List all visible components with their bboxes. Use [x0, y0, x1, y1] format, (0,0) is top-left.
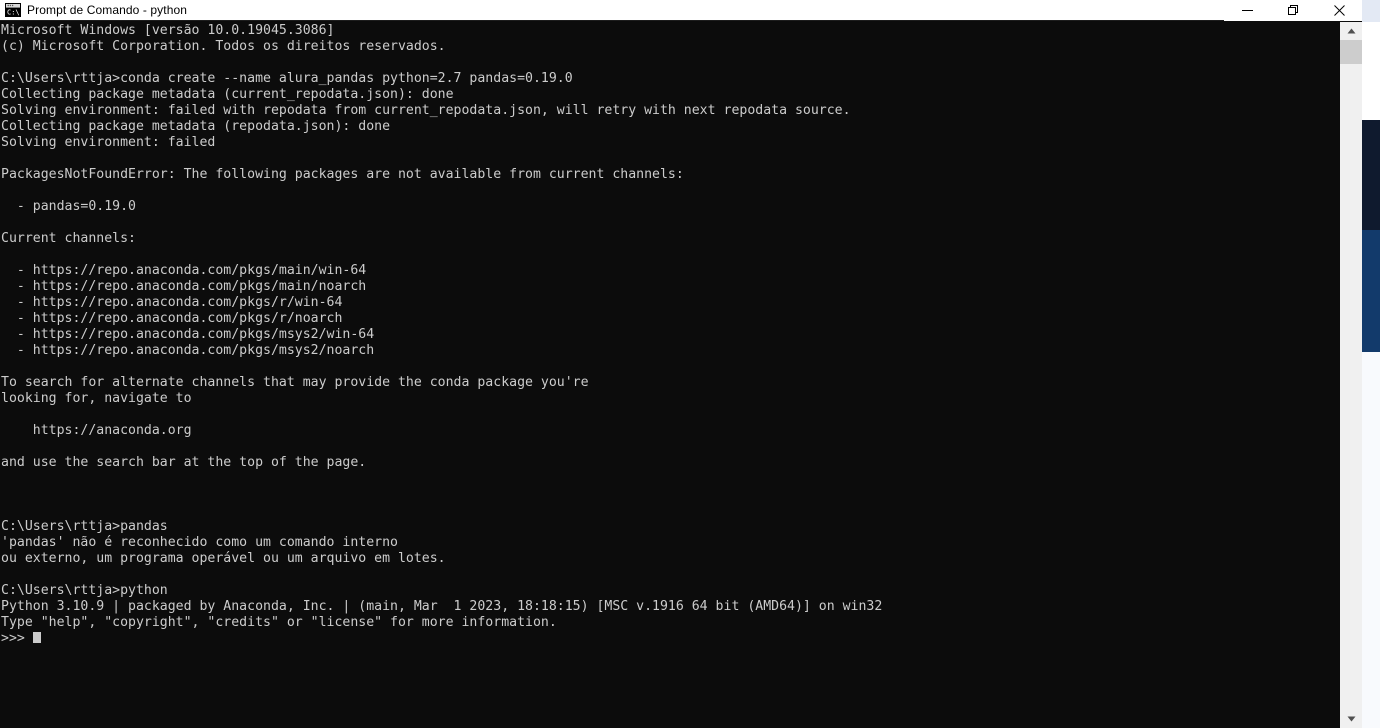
- terminal-line: - https://repo.anaconda.com/pkgs/r/win-6…: [1, 295, 343, 310]
- terminal-line: Microsoft Windows [versão 10.0.19045.308…: [1, 23, 335, 38]
- console-icon: C:\: [5, 3, 21, 17]
- terminal-line: C:\Users\rttja>conda create --name alura…: [1, 71, 573, 86]
- terminal-line: (c) Microsoft Corporation. Todos os dire…: [1, 39, 446, 54]
- terminal-line: Python 3.10.9 | packaged by Anaconda, In…: [1, 599, 883, 614]
- svg-text:C:\: C:\: [7, 9, 20, 17]
- terminal-line: and use the search bar at the top of the…: [1, 455, 367, 470]
- titlebar[interactable]: C:\ Prompt de Comando - python: [0, 0, 1362, 21]
- scrollbar-track[interactable]: [1340, 64, 1362, 710]
- terminal-line: C:\Users\rttja>python: [1, 583, 168, 598]
- terminal-line: C:\Users\rttja>pandas: [1, 519, 168, 534]
- minimize-button[interactable]: [1224, 0, 1270, 21]
- terminal-line: ou externo, um programa operável ou um a…: [1, 551, 446, 566]
- console-output-area[interactable]: Microsoft Windows [versão 10.0.19045.308…: [0, 22, 1340, 728]
- terminal-line: - https://repo.anaconda.com/pkgs/r/noarc…: [1, 311, 343, 326]
- terminal-line: PackagesNotFoundError: The following pac…: [1, 167, 684, 182]
- terminal-text: Microsoft Windows [versão 10.0.19045.308…: [0, 22, 1340, 647]
- terminal-cursor: [32, 632, 41, 643]
- scroll-down-arrow-icon[interactable]: [1340, 710, 1362, 728]
- background-window-strip-light: [1362, 0, 1380, 22]
- background-window-strip-blue: [1362, 230, 1380, 352]
- close-button[interactable]: [1316, 0, 1362, 21]
- scrollbar-thumb[interactable]: [1340, 40, 1362, 64]
- restore-button[interactable]: [1270, 0, 1316, 21]
- terminal-line: Collecting package metadata (repodata.js…: [1, 119, 391, 134]
- terminal-line: looking for, navigate to: [1, 391, 192, 406]
- background-window-strip-navy: [1362, 120, 1380, 230]
- console-scrollbar[interactable]: [1340, 22, 1362, 728]
- terminal-line: - pandas=0.19.0: [1, 199, 136, 214]
- window-controls: [1224, 0, 1362, 21]
- terminal-line: - https://repo.anaconda.com/pkgs/msys2/w…: [1, 327, 375, 342]
- terminal-line: - https://repo.anaconda.com/pkgs/main/wi…: [1, 263, 367, 278]
- terminal-line: Current channels:: [1, 231, 136, 246]
- terminal-line: 'pandas' não é reconhecido como um coman…: [1, 535, 398, 550]
- background-window-strip-pale: [1362, 352, 1380, 728]
- terminal-line: https://anaconda.org: [1, 423, 192, 438]
- terminal-line: To search for alternate channels that ma…: [1, 375, 589, 390]
- terminal-line: - https://repo.anaconda.com/pkgs/main/no…: [1, 279, 367, 294]
- terminal-line: Type "help", "copyright", "credits" or "…: [1, 615, 557, 630]
- terminal-line: Solving environment: failed: [1, 135, 216, 150]
- terminal-line: Solving environment: failed with repodat…: [1, 103, 851, 118]
- command-prompt-window: C:\ Prompt de Comando - python Microsoft…: [0, 0, 1362, 728]
- window-title: Prompt de Comando - python: [27, 3, 188, 17]
- terminal-line: Collecting package metadata (current_rep…: [1, 87, 454, 102]
- background-window-strip-white: [1362, 22, 1380, 120]
- scroll-up-arrow-icon[interactable]: [1340, 22, 1362, 40]
- terminal-line: - https://repo.anaconda.com/pkgs/msys2/n…: [1, 343, 375, 358]
- terminal-line: >>>: [1, 631, 1340, 647]
